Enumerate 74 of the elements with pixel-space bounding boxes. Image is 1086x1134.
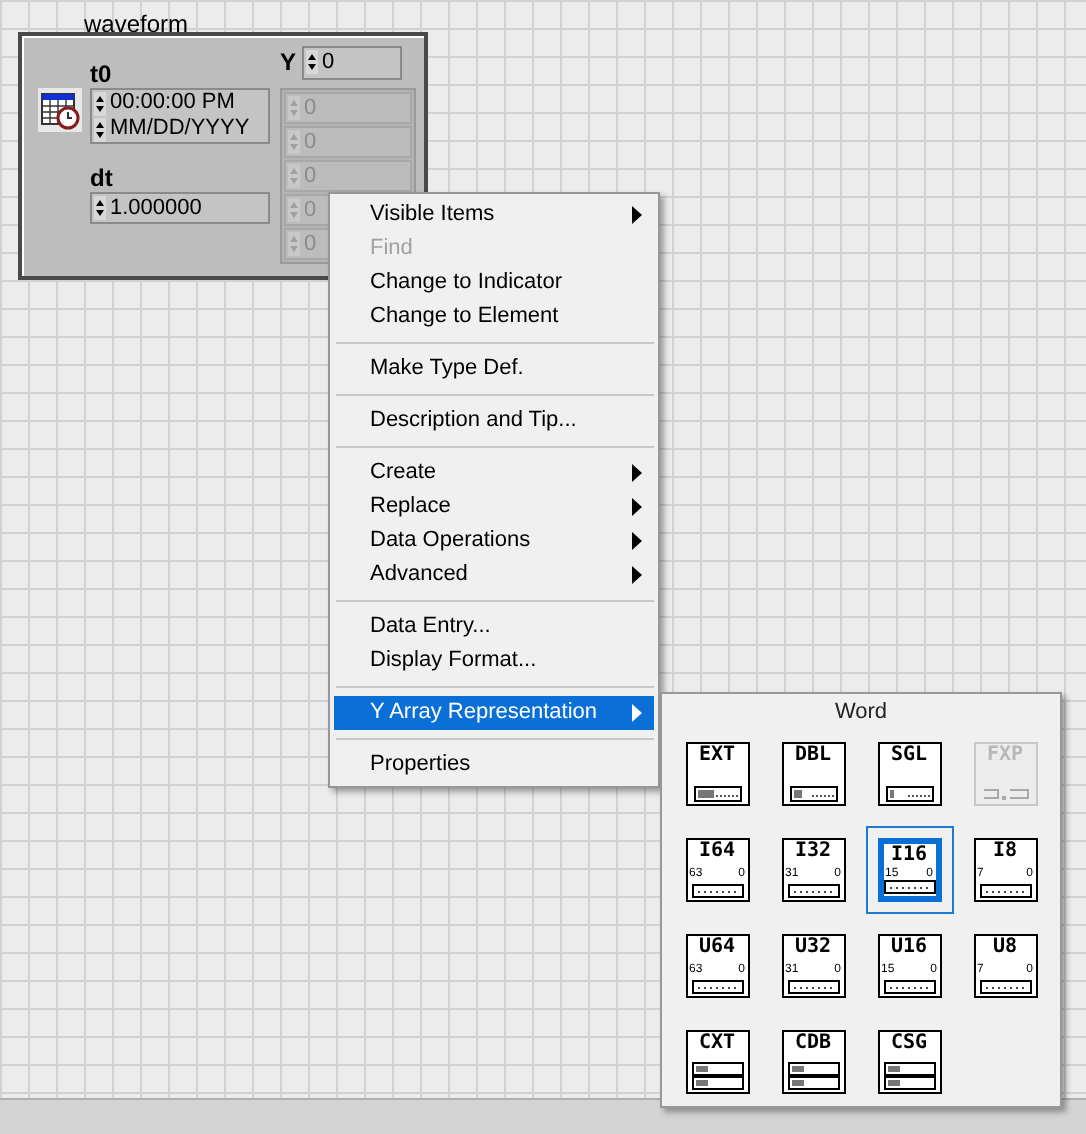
menu-item[interactable]: Advanced	[334, 558, 654, 592]
index-value: 0	[322, 47, 335, 78]
menu-item-label: Replace	[370, 492, 451, 523]
bit-pattern-icon	[691, 980, 743, 994]
type-label: DBL	[794, 746, 832, 766]
bit-pattern-icon	[787, 1062, 839, 1090]
menu-item-label: Data Entry...	[370, 612, 491, 643]
menu-item-label: Create	[370, 458, 437, 489]
menu-item[interactable]: Change to Indicator	[334, 266, 654, 300]
bit-pattern-icon	[979, 884, 1031, 898]
menu-item[interactable]: Properties	[334, 748, 654, 782]
bit-pattern-icon	[885, 786, 933, 802]
palette-title: Word	[834, 698, 888, 726]
menu-item-label: Change to Indicator	[370, 268, 563, 299]
menu-item[interactable]: Data Operations	[334, 524, 654, 558]
timestamp-field[interactable]: 00:00:00 PM MM/DD/YYYY	[90, 88, 270, 144]
bit-pattern-icon	[693, 786, 741, 802]
type-label: EXT	[698, 746, 736, 766]
type-label: I32	[794, 842, 832, 862]
dt-field[interactable]: 1.000000	[90, 192, 270, 224]
type-label: I8	[992, 842, 1018, 862]
type-label: U8	[992, 938, 1018, 958]
menu-item-label: Y Array Representation	[370, 698, 598, 729]
array-index-field[interactable]: 0	[302, 45, 403, 79]
menu-item-label: Make Type Def.	[370, 354, 524, 385]
menu-item-label: Change to Element	[370, 302, 559, 333]
bit-pattern-icon	[787, 980, 839, 994]
menu-item[interactable]: Make Type Def.	[334, 352, 654, 386]
type-label: SGL	[890, 746, 928, 766]
type-label: CSG	[890, 1034, 928, 1054]
time-value: 00:00:00 PM	[110, 90, 235, 116]
bit-pattern-icon	[883, 980, 935, 994]
bit-pattern-icon	[883, 1062, 935, 1090]
menu-item-label: Properties	[370, 750, 471, 781]
type-label: CXT	[698, 1034, 736, 1054]
type-label: U64	[698, 938, 736, 958]
menu-item[interactable]: Description and Tip...	[334, 404, 654, 438]
t0-label: t0	[90, 60, 114, 88]
type-label: I16	[890, 846, 928, 866]
menu-item[interactable]: Data Entry...	[334, 610, 654, 644]
menu-item-label: Display Format...	[370, 646, 537, 677]
spinner-icon[interactable]	[306, 50, 319, 74]
menu-item-label: Advanced	[370, 560, 468, 591]
dt-label: dt	[90, 164, 115, 192]
bit-pattern-icon	[883, 880, 935, 894]
bit-pattern-icon	[691, 1062, 743, 1090]
spinner-icon[interactable]	[94, 91, 106, 115]
type-label: U16	[890, 938, 928, 958]
date-value: MM/DD/YYYY	[110, 116, 250, 142]
bit-pattern-icon	[787, 884, 839, 898]
type-label: U32	[794, 938, 832, 958]
cluster-label: waveform	[84, 8, 189, 42]
menu-item-label: Description and Tip...	[370, 406, 577, 437]
menu-item[interactable]: Visible Items	[334, 198, 654, 232]
y-label: Y	[280, 46, 297, 80]
bit-pattern-icon	[691, 884, 743, 898]
menu-item[interactable]: Display Format...	[334, 644, 654, 678]
menu-item[interactable]: Replace	[334, 490, 654, 524]
bit-pattern-icon	[981, 786, 1029, 802]
spinner-icon[interactable]	[94, 196, 106, 220]
menu-item-label: Visible Items	[370, 200, 495, 231]
type-label: I64	[698, 842, 736, 862]
bit-pattern-icon	[789, 786, 837, 802]
spinner-icon[interactable]	[94, 117, 106, 141]
calendar-clock-icon[interactable]	[38, 88, 82, 132]
menu-item-label: Data Operations	[370, 526, 531, 557]
scroll-bar[interactable]	[0, 1098, 1086, 1134]
bit-pattern-icon	[979, 980, 1031, 994]
menu-item-label: Find	[370, 234, 413, 265]
type-label: CDB	[794, 1034, 832, 1054]
dt-value: 1.000000	[110, 194, 202, 222]
menu-item[interactable]: Change to Element	[334, 300, 654, 334]
menu-item[interactable]: Create	[334, 456, 654, 490]
menu-item[interactable]: Y Array Representation	[334, 696, 654, 730]
